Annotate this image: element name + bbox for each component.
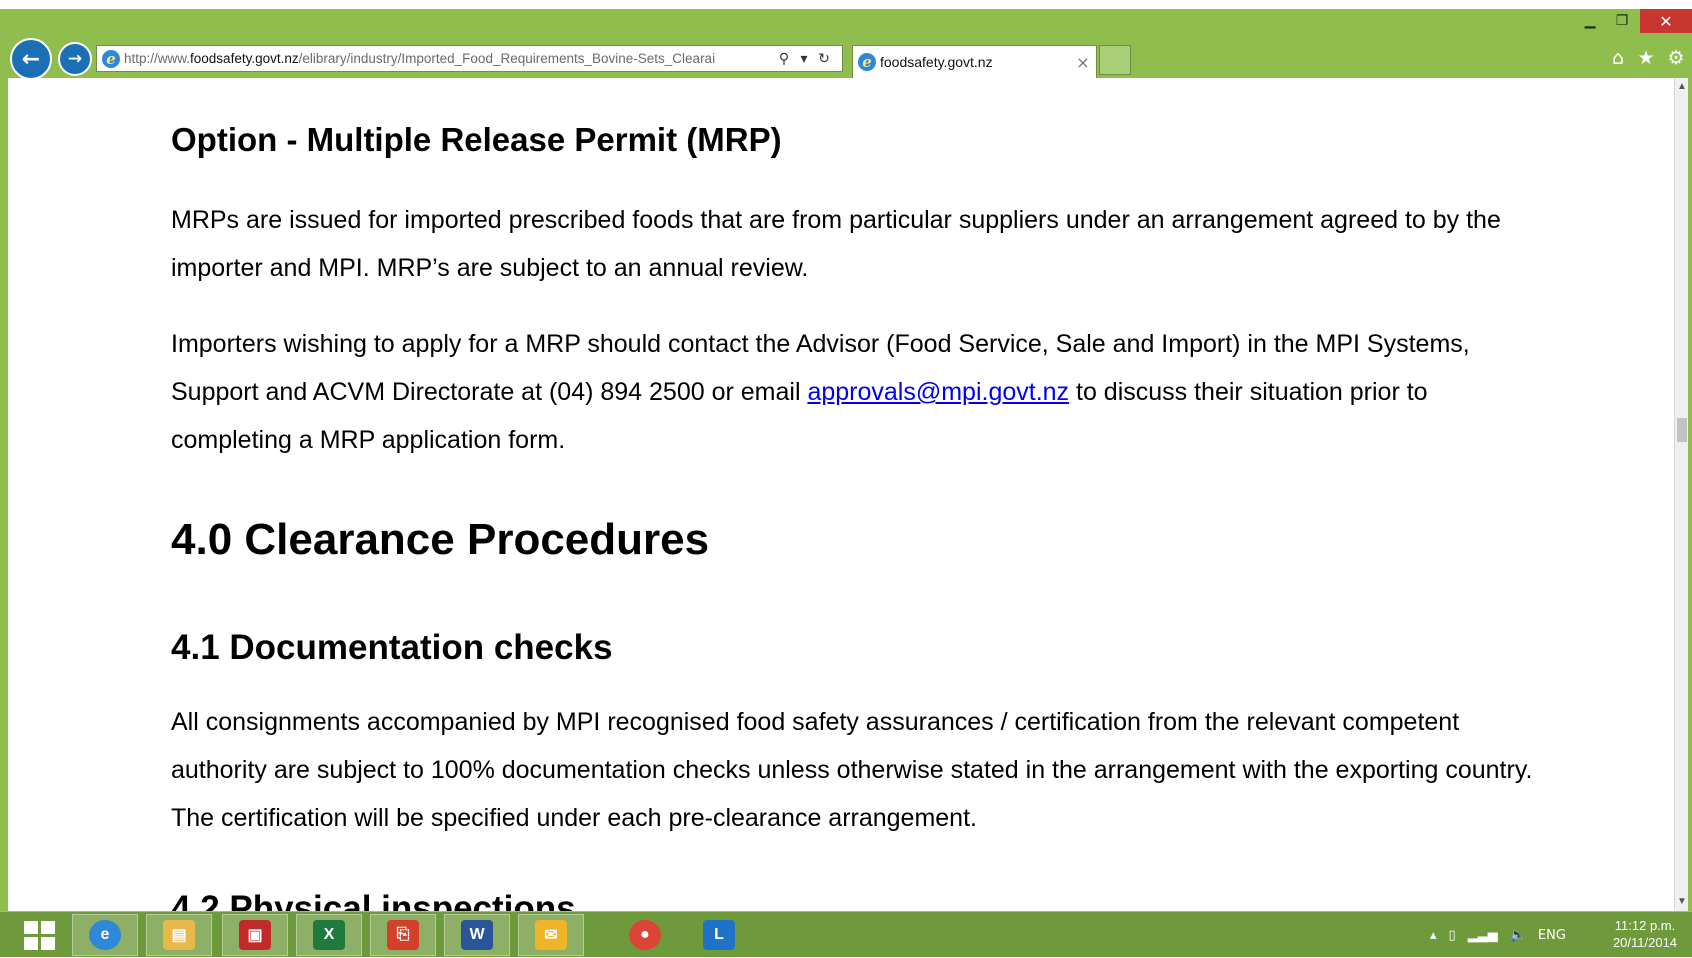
apply-paragraph: Importers wishing to apply for a MRP sho…: [171, 320, 1541, 464]
network-icon[interactable]: ▂▃▅: [1468, 928, 1498, 943]
scroll-thumb[interactable]: [1677, 418, 1687, 442]
section-heading: 4.0 Clearance Procedures: [171, 515, 710, 564]
internet-explorer-icon: e: [89, 920, 121, 950]
url-path: /elibrary/industry/Imported_Food_Require…: [298, 51, 716, 66]
back-arrow-icon: ←: [21, 46, 41, 72]
next-heading-partial: 4.2 Physical inspections: [171, 889, 576, 911]
tab-favicon: e: [858, 53, 876, 71]
excel-icon: X: [313, 920, 345, 950]
close-tab-icon[interactable]: ×: [1070, 53, 1096, 72]
taskbar: e ▤ ▣ X ⎘ W ✉ ● L ▴ ▯ ▂▃▅ 🔈 ENG 11:12 p.m. 20/11…: [0, 911, 1692, 957]
acrobat-icon: ⎘: [387, 920, 419, 950]
tab-active[interactable]: e foodsafety.govt.nz ×: [852, 45, 1097, 78]
window-right-border: [1688, 78, 1692, 911]
close-window-button[interactable]: ✕: [1640, 9, 1692, 33]
search-icon[interactable]: ⚲: [774, 51, 794, 67]
address-bar[interactable]: e http://www.foodsafety.govt.nz/elibrary…: [96, 45, 843, 72]
clock-date: 20/11/2014: [1612, 935, 1678, 950]
power-icon[interactable]: ▯: [1449, 928, 1456, 943]
forward-arrow-icon: →: [67, 49, 83, 69]
windows-logo-icon: [23, 920, 55, 950]
title-bar-edge: [0, 0, 1692, 9]
lync-icon: L: [703, 920, 735, 950]
forward-button[interactable]: →: [58, 42, 92, 76]
remote-desktop-icon: ▣: [239, 920, 271, 950]
taskbar-internet-explorer-button[interactable]: e: [72, 914, 138, 956]
minimize-button[interactable]: ▁: [1576, 9, 1604, 33]
tab-title: foodsafety.govt.nz: [880, 54, 993, 70]
url-text[interactable]: http://www.foodsafety.govt.nz/elibrary/i…: [124, 51, 774, 66]
taskbar-outlook-button[interactable]: ✉: [518, 914, 584, 956]
word-icon: W: [461, 920, 493, 950]
subsection-heading: 4.1 Documentation checks: [171, 628, 613, 667]
taskbar-word-button[interactable]: W: [444, 914, 510, 956]
start-button[interactable]: [8, 914, 70, 956]
language-indicator[interactable]: ENG: [1538, 928, 1566, 943]
clock-time: 11:12 p.m.: [1614, 918, 1676, 933]
restore-button[interactable]: ❐: [1606, 9, 1638, 33]
vertical-scrollbar[interactable]: ▲ ▼: [1674, 78, 1688, 911]
taskbar-chrome-button[interactable]: ●: [612, 914, 678, 956]
outlook-icon: ✉: [535, 920, 567, 950]
window-left-border: [0, 78, 8, 911]
page-viewport: Option - Multiple Release Permit (MRP) M…: [8, 78, 1674, 911]
dropdown-icon[interactable]: ▾: [794, 51, 814, 67]
file-explorer-icon: ▤: [163, 920, 195, 950]
back-button[interactable]: ←: [10, 38, 52, 80]
ie-page-icon: e: [102, 49, 120, 68]
taskbar-acrobat-button[interactable]: ⎘: [370, 914, 436, 956]
option-heading: Option - Multiple Release Permit (MRP): [171, 121, 782, 158]
volume-icon[interactable]: 🔈: [1510, 928, 1526, 943]
system-tray: ▴ ▯ ▂▃▅ 🔈 ENG: [1430, 912, 1578, 958]
gear-icon[interactable]: ⚙: [1662, 44, 1690, 72]
show-hidden-icons-icon[interactable]: ▴: [1430, 928, 1437, 943]
new-tab-button[interactable]: [1099, 45, 1131, 75]
approvals-email-link[interactable]: approvals@mpi.govt.nz: [807, 378, 1069, 406]
documentation-paragraph: All consignments accompanied by MPI reco…: [171, 708, 1533, 832]
clock[interactable]: 11:12 p.m. 20/11/2014: [1600, 917, 1690, 951]
url-domain: foodsafety.govt.nz: [190, 51, 299, 66]
taskbar-lync-button[interactable]: L: [686, 914, 752, 956]
scroll-down-icon[interactable]: ▼: [1675, 893, 1689, 911]
taskbar-excel-button[interactable]: X: [296, 914, 362, 956]
favorites-star-icon[interactable]: ★: [1632, 44, 1660, 72]
home-icon[interactable]: ⌂: [1604, 44, 1632, 72]
scroll-up-icon[interactable]: ▲: [1675, 78, 1689, 96]
taskbar-remote-desktop-button[interactable]: ▣: [222, 914, 288, 956]
mrp-paragraph: MRPs are issued for imported prescribed …: [171, 206, 1501, 282]
taskbar-file-explorer-button[interactable]: ▤: [146, 914, 212, 956]
chrome-icon: ●: [629, 920, 661, 950]
url-prefix: http://www.: [124, 51, 191, 66]
refresh-icon[interactable]: ↻: [814, 51, 834, 67]
